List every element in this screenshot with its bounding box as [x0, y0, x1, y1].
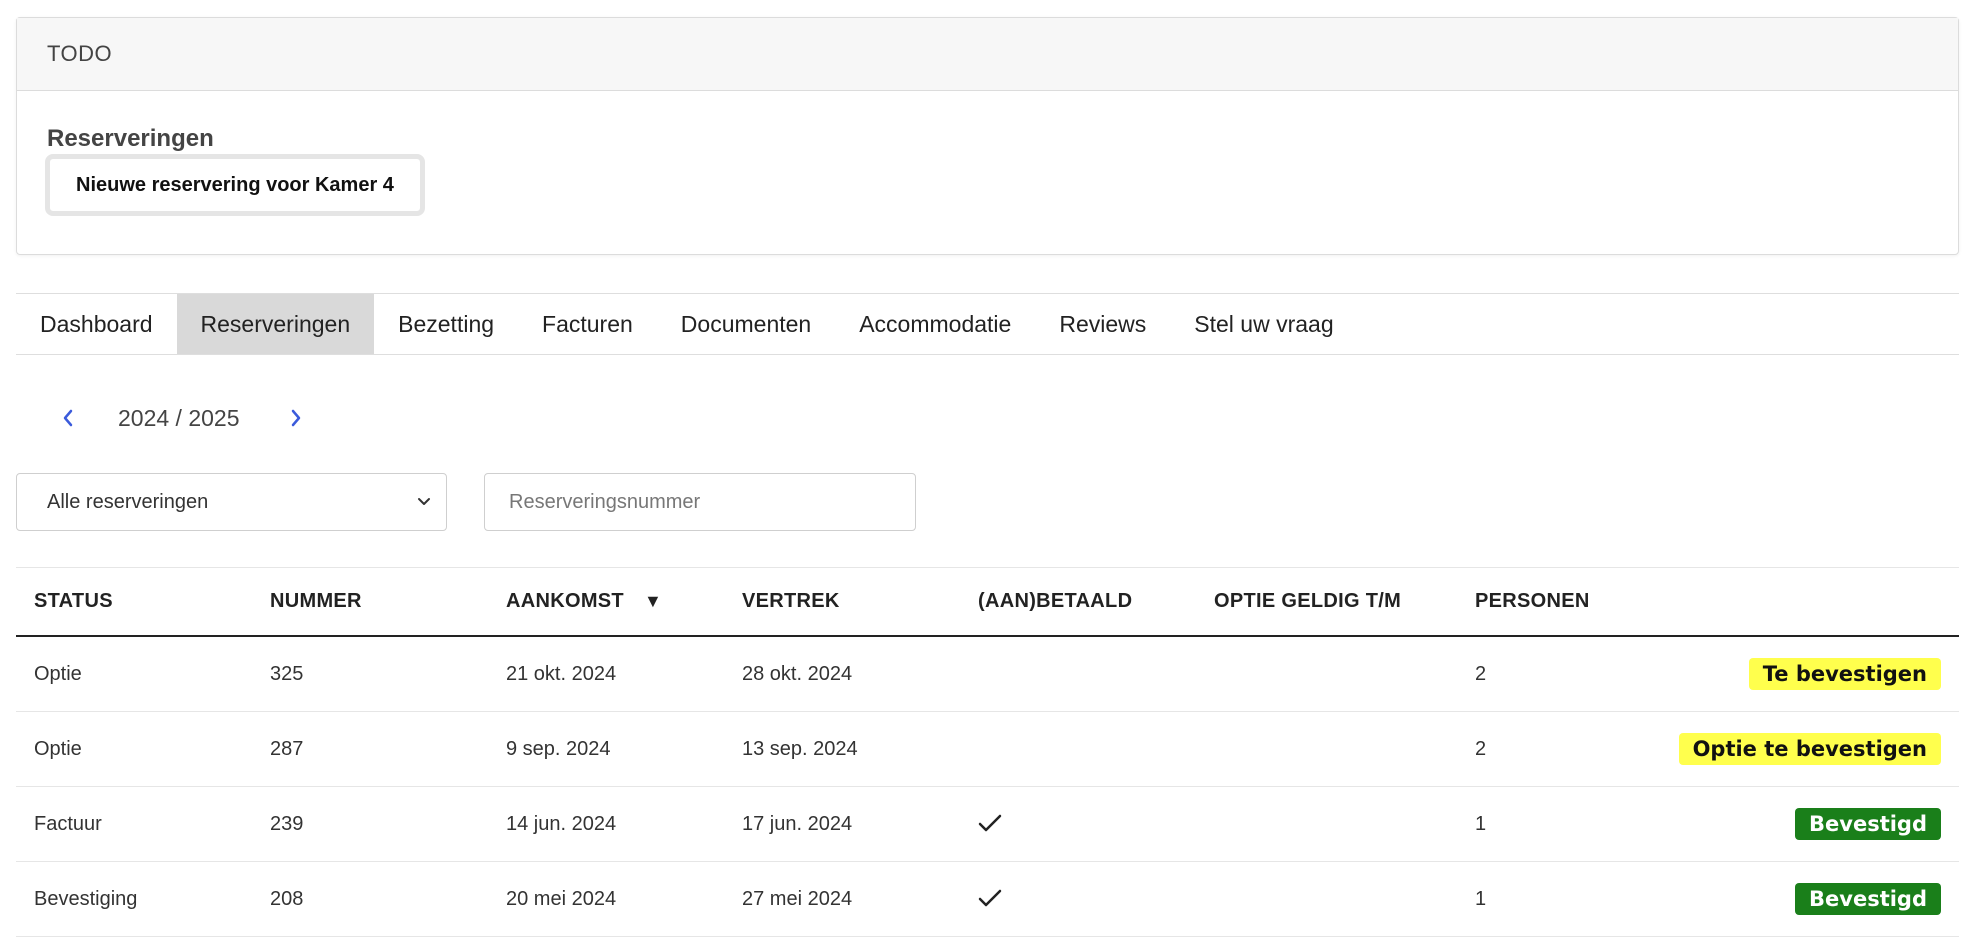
table-row[interactable]: Optie 287 9 sep. 2024 13 sep. 2024 2 Opt… — [16, 712, 1959, 787]
cell-status: Optie — [34, 662, 82, 685]
table-row[interactable]: Bevestiging 208 20 mei 2024 27 mei 2024 … — [16, 862, 1959, 937]
cell-aankomst: 9 sep. 2024 — [506, 737, 611, 760]
col-header-optie[interactable]: OPTIE GELDIG T/M — [1214, 568, 1401, 635]
checkmark-icon — [978, 787, 1002, 861]
cell-aankomst: 21 okt. 2024 — [506, 662, 617, 685]
cell-vertrek: 13 sep. 2024 — [742, 737, 858, 760]
cell-aankomst: 20 mei 2024 — [506, 887, 617, 910]
cell-status: Factuur — [34, 812, 102, 835]
chevron-left-icon[interactable] — [56, 406, 80, 430]
status-badge: Bevestigd — [1795, 883, 1941, 915]
todo-section-title: Reserveringen — [47, 125, 214, 152]
tab-accommodatie[interactable]: Accommodatie — [835, 294, 1035, 354]
cell-personen: 2 — [1475, 662, 1487, 685]
table-header: STATUS NUMMER AANKOMST ▼ VERTREK (AAN)BE… — [16, 567, 1959, 637]
col-header-aankomst-label: AANKOMST — [506, 590, 624, 612]
tab-documenten[interactable]: Documenten — [657, 294, 835, 354]
cell-status: Optie — [34, 737, 82, 760]
year-navigation: 2024 / 2025 — [56, 398, 308, 438]
chevron-right-icon[interactable] — [284, 406, 308, 430]
tab-facturen[interactable]: Facturen — [518, 294, 657, 354]
status-badge: Optie te bevestigen — [1678, 733, 1941, 765]
season-label: 2024 / 2025 — [118, 404, 240, 431]
status-badge: Bevestigd — [1795, 808, 1941, 840]
cell-vertrek: 28 okt. 2024 — [742, 662, 853, 685]
tab-reviews[interactable]: Reviews — [1035, 294, 1170, 354]
todo-header: TODO — [17, 18, 1958, 91]
tab-bezetting[interactable]: Bezetting — [374, 294, 518, 354]
cell-vertrek: 17 jun. 2024 — [742, 812, 853, 835]
col-header-status[interactable]: STATUS — [34, 568, 113, 635]
cell-status: Bevestiging — [34, 887, 138, 910]
checkmark-icon — [978, 862, 1002, 936]
col-header-nummer[interactable]: NUMMER — [270, 568, 362, 635]
cell-nummer: 287 — [270, 737, 304, 760]
col-header-personen[interactable]: PERSONEN — [1475, 568, 1590, 635]
reservations-table: STATUS NUMMER AANKOMST ▼ VERTREK (AAN)BE… — [16, 567, 1959, 937]
col-header-betaald[interactable]: (AAN)BETAALD — [978, 568, 1132, 635]
cell-personen: 2 — [1475, 737, 1487, 760]
cell-vertrek: 27 mei 2024 — [742, 887, 853, 910]
filter-selected-value: Alle reserveringen — [47, 490, 209, 513]
col-header-aankomst[interactable]: AANKOMST ▼ — [506, 568, 662, 635]
reservation-filter-select[interactable]: Alle reserveringen — [16, 473, 447, 531]
cell-personen: 1 — [1475, 812, 1487, 835]
tab-dashboard[interactable]: Dashboard — [16, 294, 177, 354]
cell-personen: 1 — [1475, 887, 1487, 910]
tab-stel-uw-vraag[interactable]: Stel uw vraag — [1170, 294, 1357, 354]
cell-aankomst: 14 jun. 2024 — [506, 812, 617, 835]
table-row[interactable]: Optie 325 21 okt. 2024 28 okt. 2024 2 Te… — [16, 637, 1959, 712]
chevron-down-icon — [416, 491, 432, 514]
reservation-number-input[interactable] — [484, 473, 916, 531]
todo-item-new-reservation[interactable]: Nieuwe reservering voor Kamer 4 — [45, 154, 425, 216]
sort-desc-icon: ▼ — [643, 591, 663, 611]
main-tabs: Dashboard Reserveringen Bezetting Factur… — [16, 293, 1959, 355]
status-badge: Te bevestigen — [1748, 658, 1941, 690]
cell-nummer: 239 — [270, 812, 304, 835]
col-header-vertrek[interactable]: VERTREK — [742, 568, 840, 635]
table-row[interactable]: Factuur 239 14 jun. 2024 17 jun. 2024 1 … — [16, 787, 1959, 862]
cell-nummer: 208 — [270, 887, 304, 910]
tab-reserveringen[interactable]: Reserveringen — [176, 294, 375, 354]
cell-nummer: 325 — [270, 662, 304, 685]
todo-card: TODO Reserveringen Nieuwe reservering vo… — [16, 17, 1959, 255]
